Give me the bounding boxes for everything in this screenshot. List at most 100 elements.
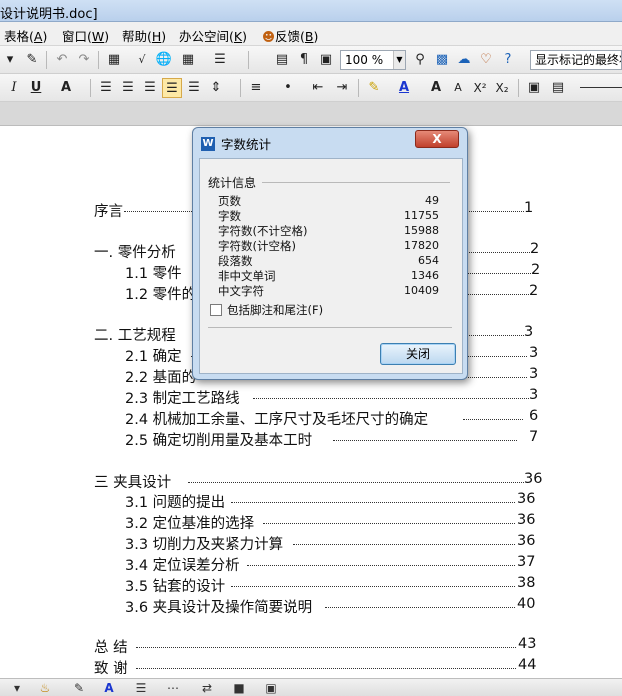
toc-entry: 二. 工艺规程 3 (94, 324, 534, 344)
stat-value: 49 (425, 194, 439, 207)
grow-font-icon[interactable]: A (426, 78, 446, 98)
toolbar-divider (358, 79, 359, 97)
chevron-down-icon: ▼ (393, 51, 405, 69)
highlight-icon[interactable]: ✎ (364, 78, 384, 98)
dash-style-icon[interactable]: ⋯ (164, 680, 182, 696)
table-grid-icon[interactable]: ▦ (178, 50, 198, 70)
distribute-icon[interactable]: ☰ (184, 78, 204, 98)
line-style-icon[interactable]: ☰ (132, 680, 150, 696)
text-effects-icon[interactable]: A (56, 78, 76, 98)
find-binoculars-icon[interactable]: ⚲ (410, 50, 430, 70)
show-hide-marks-icon[interactable]: ¶ (294, 50, 314, 70)
toolbar-divider (240, 79, 241, 97)
menu-feedback[interactable]: ☻反馈(B) (262, 26, 318, 45)
toc-entry: 三 夹具设计 36 (94, 471, 543, 491)
help-icon[interactable]: ? (498, 50, 518, 70)
align-center-icon[interactable]: ☰ (118, 78, 138, 98)
stat-value: 11755 (404, 209, 439, 222)
toc-entry: 3.3 切削力及夹紧力计算 36 (125, 533, 536, 553)
align-right-icon[interactable]: ☰ (140, 78, 160, 98)
increase-indent-icon[interactable]: ⇥ (332, 78, 352, 98)
word-count-dialog: W 字数统计 X 统计信息 页数 49 字数 11755 字符数(不计空格) 1… (192, 127, 468, 380)
undo-icon[interactable]: ↶ (52, 50, 72, 70)
drawing-toolbar: ▾ ♨ ✎ A ☰ ⋯ ⇄ ■ ▣ (0, 678, 622, 696)
wps-app-icon: W (201, 137, 215, 151)
word-processor-window: 设计说明书.doc] 表格(A) 窗口(W) 帮助(H) 办公空间(K) ☻反馈… (0, 0, 622, 696)
group-label: 统计信息 (208, 176, 257, 190)
formatting-toolbar: I U A ☰ ☰ ☰ ☰ ☰ ⇕ ≡ • ⇤ ⇥ ✎ A A A X² X₂ … (0, 74, 622, 102)
formula-icon[interactable]: √ (132, 50, 152, 70)
stat-value: 17820 (404, 239, 439, 252)
toc-entry: 3.4 定位误差分析 37 (125, 554, 536, 574)
toolbar-divider (518, 79, 519, 97)
font-color-icon[interactable]: A (394, 78, 414, 98)
redo-icon[interactable]: ↷ (74, 50, 94, 70)
reading-layout-icon[interactable]: ▣ (316, 50, 336, 70)
columns-icon[interactable]: ☰ (210, 50, 230, 70)
menu-window[interactable]: 窗口(W) (62, 26, 109, 45)
format-painter-icon[interactable]: ✎ (22, 50, 42, 70)
stat-value: 15988 (404, 224, 439, 237)
toc-entry: 1.2 零件的 2 (125, 283, 539, 303)
line-color-icon[interactable]: ✎ (70, 680, 88, 696)
paste-dropdown-icon[interactable]: ▾ (0, 50, 20, 70)
shrink-font-icon[interactable]: A (448, 78, 468, 98)
justify-icon[interactable]: ☰ (162, 78, 182, 98)
toc-entry: 致 谢 44 (94, 657, 537, 677)
toc-entry: 3.2 定位基准的选择 36 (125, 512, 536, 532)
toc-entry: 2.4 机械加工余量、工序尺寸及毛坯尺寸的确定 6 (125, 408, 539, 428)
insert-table-icon[interactable]: ▦ (104, 50, 124, 70)
toc-entry: 总 结 43 (94, 636, 537, 656)
line-spacing-icon[interactable]: ⇕ (206, 78, 226, 98)
italic-icon[interactable]: I (4, 78, 24, 98)
stat-value: 1346 (411, 269, 439, 282)
font-color-icon[interactable]: A (100, 680, 118, 696)
insert-picture-icon[interactable]: ▩ (432, 50, 452, 70)
include-footnotes-checkbox[interactable] (210, 304, 222, 316)
toc-entry: 3.5 钻套的设计 38 (125, 575, 536, 595)
decrease-indent-icon[interactable]: ⇤ (308, 78, 328, 98)
stat-label: 字数 (218, 209, 241, 223)
markup-view-select[interactable]: 显示标记的最终状 (530, 50, 622, 70)
3d-style-icon[interactable]: ▣ (262, 680, 280, 696)
window-title: 设计说明书.doc] (0, 7, 98, 22)
align-left-icon[interactable]: ☰ (96, 78, 116, 98)
borders-icon[interactable]: ▣ (524, 78, 544, 98)
template-icon[interactable]: ♡ (476, 50, 496, 70)
toolbar-divider (248, 51, 249, 69)
page-gutter (0, 102, 622, 126)
toc-entry: 3.6 夹具设计及操作简要说明 40 (125, 596, 536, 616)
close-button[interactable]: X (415, 130, 459, 148)
underline-icon[interactable]: U (26, 78, 46, 98)
menu-bar: 表格(A) 窗口(W) 帮助(H) 办公空间(K) ☻反馈(B) (0, 22, 622, 46)
toc-entry: 2.5 确定切削用量及基本工时 7 (125, 429, 539, 449)
document-map-icon[interactable]: ▤ (272, 50, 292, 70)
hyperlink-globe-icon[interactable]: 🌐 (154, 50, 174, 70)
arrow-style-icon[interactable]: ⇄ (198, 680, 216, 696)
menu-office-space[interactable]: 办公空间(K) (179, 26, 247, 45)
shadow-icon[interactable]: ■ (230, 680, 248, 696)
bullet-list-icon[interactable]: • (278, 78, 298, 98)
toc-entry: 2.2 基面的 3 (125, 366, 539, 386)
menu-help[interactable]: 帮助(H) (122, 26, 166, 45)
shading-icon[interactable]: ▤ (548, 78, 568, 98)
close-icon: X (432, 132, 442, 146)
menu-table[interactable]: 表格(A) (4, 26, 47, 45)
line-style-preview[interactable] (580, 87, 622, 88)
dropdown-icon[interactable]: ▾ (8, 680, 26, 696)
standard-toolbar: ▾ ✎ ↶ ↷ ▦ √ 🌐 ▦ ☰ ▤ ¶ ▣ 100 % ▼ ⚲ ▩ ☁ ♡ ?… (0, 46, 622, 74)
dialog-divider (208, 327, 452, 328)
title-bar: 设计说明书.doc] (0, 0, 622, 22)
cloud-icon[interactable]: ☁ (454, 50, 474, 70)
close-dialog-button[interactable]: 关闭 (380, 343, 456, 365)
stat-label: 字符数(计空格) (218, 239, 296, 253)
fill-color-icon[interactable]: ♨ (36, 680, 54, 696)
stat-label: 字符数(不计空格) (218, 224, 308, 238)
zoom-select[interactable]: 100 % ▼ (340, 50, 406, 70)
stat-label: 页数 (218, 194, 241, 208)
superscript-icon[interactable]: X² (470, 78, 490, 98)
numbered-list-icon[interactable]: ≡ (246, 78, 266, 98)
toc-entry: 序言 1 (94, 200, 534, 220)
stat-value: 10409 (404, 284, 439, 297)
subscript-icon[interactable]: X₂ (492, 78, 512, 98)
